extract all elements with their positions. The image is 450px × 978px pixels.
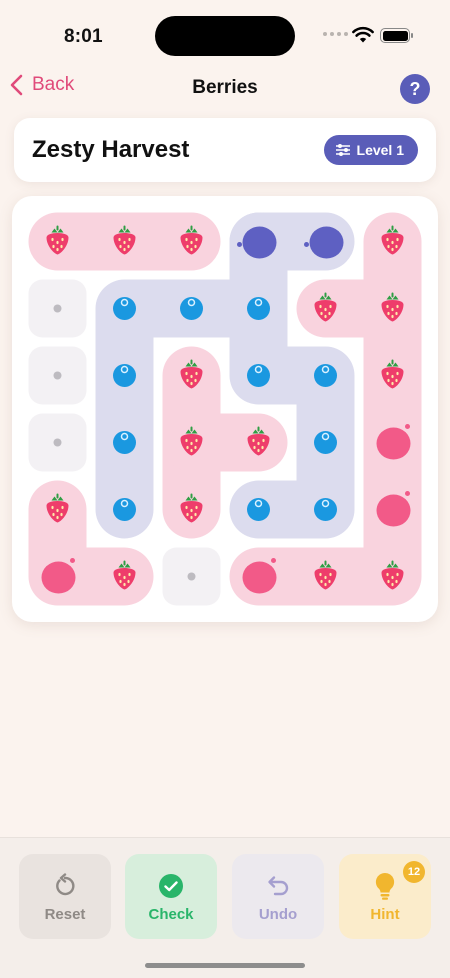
status-time: 8:01 [64,26,103,47]
blueberry-icon [247,498,270,521]
blueberry-endpoint-icon [242,226,277,259]
board-grid [28,212,422,606]
help-button[interactable]: ? [400,74,430,104]
dynamic-island [155,16,295,56]
empty-dot [187,572,196,581]
hint-count-badge: 12 [403,861,425,883]
wifi-icon [352,26,374,43]
check-circle-icon [159,874,183,898]
strawberry-endpoint-icon [376,427,411,460]
blueberry-icon [247,364,270,387]
empty-dot [53,304,62,313]
blueberry-icon [113,431,136,454]
reset-icon [56,873,75,896]
blueberry-icon [314,498,337,521]
reset-button[interactable]: Reset [19,854,111,939]
reset-label: Reset [44,906,86,923]
blueberry-icon [314,364,337,387]
strawberry-endpoint-icon [242,561,277,594]
bottom-toolbar: Reset Check Undo Hint 12 [0,837,450,978]
strawberry-endpoint-icon [376,494,411,527]
empty-dot [53,371,62,380]
status-bar: 8:01 [0,0,450,72]
navigation-bar: Back Berries ? [0,68,450,108]
check-label: Check [148,906,194,923]
hint-label: Hint [370,906,400,923]
lightbulb-icon [375,872,395,900]
blueberry-icon [180,297,203,320]
blueberry-path [229,279,355,539]
undo-icon [268,876,289,896]
check-button[interactable]: Check [125,854,217,939]
page-title: Berries [192,77,258,98]
blueberry-icon [113,364,136,387]
strawberry-endpoint-icon [41,561,76,594]
cellular-signal-icon [323,32,348,36]
sliders-icon [335,144,350,156]
battery-icon [380,28,413,43]
puzzle-header-card: Zesty Harvest Level 1 [14,118,436,182]
blueberry-icon [247,297,270,320]
blueberry-icon [113,297,136,320]
undo-label: Undo [258,906,298,923]
hint-button[interactable]: Hint 12 [339,854,431,939]
puzzle-title: Zesty Harvest [32,136,190,163]
home-indicator [145,963,305,968]
blueberry-icon [314,431,337,454]
blueberry-icon [113,498,136,521]
undo-button[interactable]: Undo [232,854,324,939]
level-label: Level 1 [356,142,404,158]
blueberry-endpoint-icon [309,226,344,259]
puzzle-board [12,196,438,622]
level-button[interactable]: Level 1 [323,135,418,165]
empty-dot [53,438,62,447]
